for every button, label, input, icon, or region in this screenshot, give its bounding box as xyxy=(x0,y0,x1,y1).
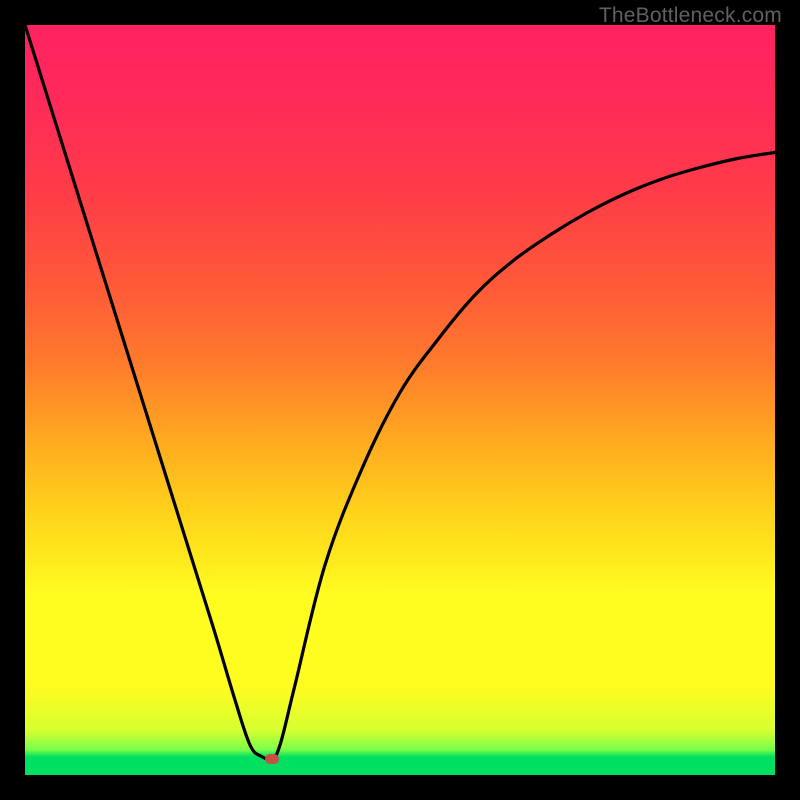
chart-frame: TheBottleneck.com xyxy=(0,0,800,800)
optimum-marker xyxy=(265,754,279,764)
bottleneck-curve xyxy=(25,25,775,775)
curve-path xyxy=(25,25,775,759)
plot-area xyxy=(25,25,775,775)
watermark-label: TheBottleneck.com xyxy=(599,4,782,28)
